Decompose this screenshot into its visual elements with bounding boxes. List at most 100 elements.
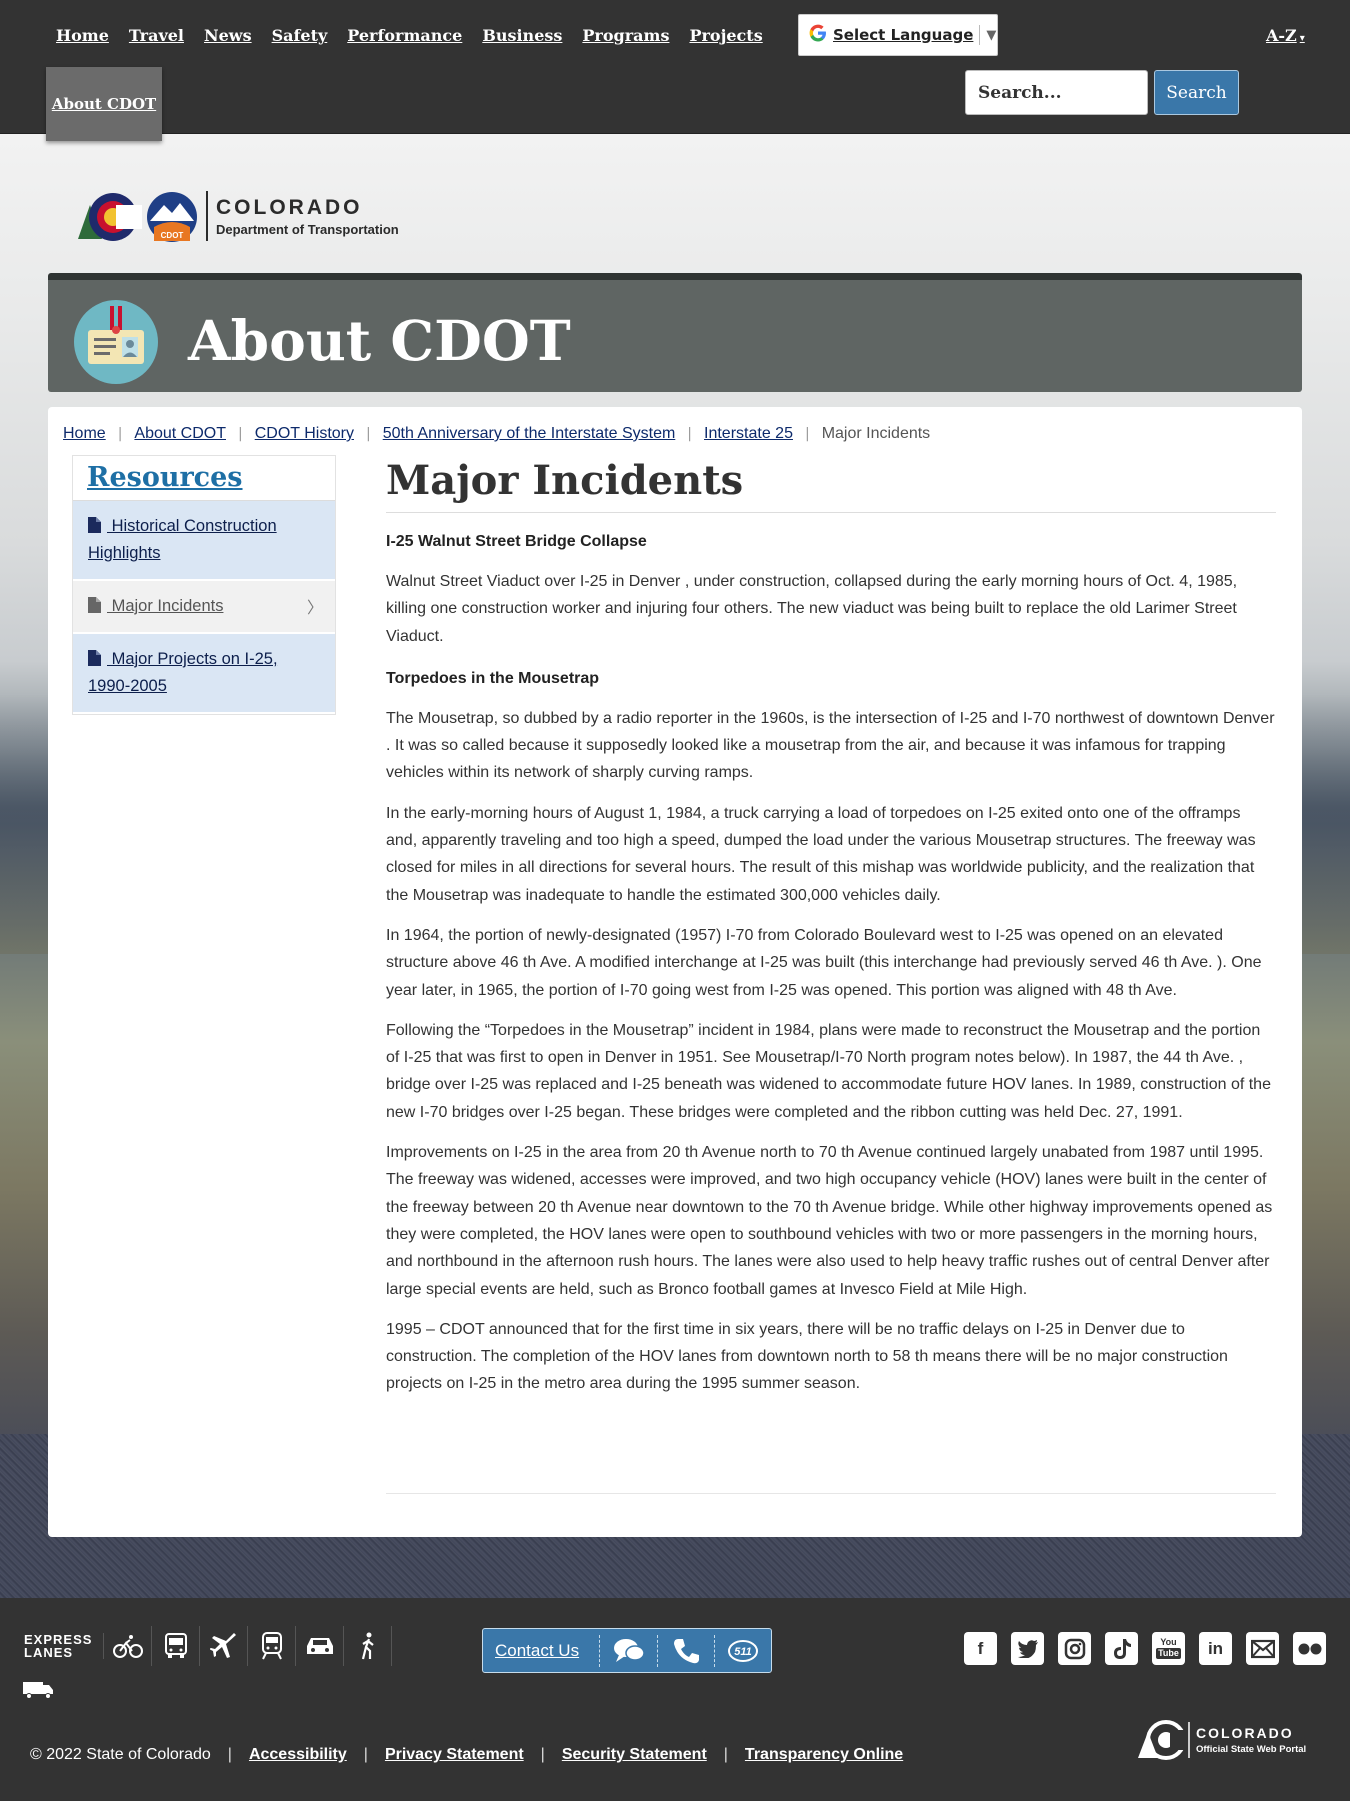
bus-icon[interactable]: [152, 1626, 200, 1666]
breadcrumb-interstate-25[interactable]: Interstate 25: [704, 425, 793, 443]
colorado-c-logo-icon: CDOT: [78, 192, 197, 242]
footer-separator: |: [723, 1746, 728, 1763]
breadcrumb-separator: |: [238, 426, 243, 442]
twitter-icon[interactable]: [1011, 1632, 1044, 1665]
google-icon: [809, 24, 827, 47]
logo-name: COLORADO: [216, 195, 363, 219]
privacy-statement-link[interactable]: Privacy Statement: [385, 1746, 524, 1764]
nav-link-news[interactable]: News: [204, 26, 252, 45]
breadcrumb-separator: |: [804, 426, 810, 442]
az-index-dropdown[interactable]: A-Z ▾: [1266, 26, 1305, 45]
svg-text:CDOT: CDOT: [161, 231, 184, 240]
chat-icon[interactable]: [599, 1634, 656, 1667]
content-card: Home | About CDOT | CDOT History | 50th …: [48, 407, 1302, 1537]
breadcrumb-separator: |: [687, 426, 693, 442]
truck-icon[interactable]: [22, 1678, 54, 1704]
state-logo-text: COLORADO Official State Web Portal: [1196, 1725, 1306, 1755]
main-nav-links: Home Travel News Safety Performance Busi…: [56, 26, 783, 45]
logo-subtitle: Department of Transportation: [216, 221, 399, 237]
breadcrumb-current: Major Incidents: [821, 425, 931, 442]
nav-link-programs[interactable]: Programs: [582, 26, 669, 45]
paragraph: The Mousetrap, so dubbed by a radio repo…: [386, 709, 1275, 782]
511-label: 511: [734, 1646, 752, 1658]
colorado-state-portal-logo[interactable]: COLORADO Official State Web Portal: [1136, 1718, 1306, 1762]
sidebar-title[interactable]: Resources: [73, 456, 335, 501]
sidebar-item-major-incidents[interactable]: Major Incidents 〉: [73, 581, 335, 634]
language-divider: [979, 25, 981, 45]
sidebar-item-label[interactable]: Historical Construction Highlights: [88, 517, 277, 562]
footer-bottom-links: © 2022 State of Colorado | Accessibility…: [30, 1746, 903, 1764]
logo-divider: [206, 191, 208, 241]
bike-icon[interactable]: [104, 1626, 152, 1666]
contact-us-link[interactable]: Contact Us: [483, 1641, 599, 1661]
facebook-icon[interactable]: f: [964, 1632, 997, 1665]
chevron-right-icon: 〉: [306, 600, 323, 617]
accessibility-link[interactable]: Accessibility: [249, 1746, 347, 1764]
main-content: Major Incidents I-25 Walnut Street Bridg…: [386, 457, 1276, 1398]
state-logo-subtitle: Official State Web Portal: [1196, 1744, 1307, 1755]
security-statement-link[interactable]: Security Statement: [562, 1746, 707, 1764]
paragraph: 1995 – CDOT announced that for the first…: [386, 1320, 1228, 1393]
copyright-text: © 2022 State of Colorado: [30, 1746, 211, 1763]
nav-link-home[interactable]: Home: [56, 26, 109, 45]
dropdown-arrow-icon[interactable]: ▼: [986, 28, 996, 43]
state-logo-name: COLORADO: [1196, 1725, 1294, 1741]
nav-link-safety[interactable]: Safety: [272, 26, 328, 45]
breadcrumb-separator: |: [365, 426, 371, 442]
nav-link-performance[interactable]: Performance: [347, 26, 462, 45]
breadcrumb-about-cdot[interactable]: About CDOT: [134, 425, 226, 443]
flickr-icon[interactable]: [1293, 1632, 1326, 1665]
express-lanes-icon[interactable]: EXPRESS LANES: [24, 1633, 104, 1659]
511-icon[interactable]: 511: [713, 1634, 771, 1667]
page-title: About CDOT: [188, 308, 571, 373]
search-input[interactable]: [965, 70, 1148, 115]
travel-mode-icons: EXPRESS LANES: [24, 1626, 392, 1666]
airplane-icon[interactable]: [200, 1626, 248, 1666]
page-banner: About CDOT: [48, 273, 1302, 392]
sidebar-item-historical-construction[interactable]: Historical Construction Highlights: [73, 501, 335, 581]
breadcrumb-home[interactable]: Home: [63, 425, 106, 443]
contact-us-bar[interactable]: Contact Us 511: [482, 1628, 772, 1673]
train-icon[interactable]: [248, 1626, 296, 1666]
breadcrumb-cdot-history[interactable]: CDOT History: [255, 425, 354, 443]
resources-sidebar: Resources Historical Construction Highli…: [72, 455, 336, 715]
mail-icon[interactable]: [1246, 1632, 1279, 1665]
cdot-logo[interactable]: CDOT COLORADO Department of Transportati…: [76, 186, 426, 246]
language-selector[interactable]: Select Language ▼: [798, 14, 998, 56]
sidebar-item-label[interactable]: Major Incidents: [107, 597, 224, 615]
nav-link-travel[interactable]: Travel: [129, 26, 184, 45]
nav-link-projects[interactable]: Projects: [689, 26, 762, 45]
sidebar-item-major-projects[interactable]: Major Projects on I-25, 1990-2005: [73, 634, 335, 714]
az-label: A-Z: [1266, 26, 1297, 45]
breadcrumb-separator: |: [117, 426, 123, 442]
nav-link-about-cdot[interactable]: About CDOT: [46, 67, 162, 141]
paragraph: Following the “Torpedoes in the Mousetra…: [386, 1021, 1271, 1121]
express-lanes-line2: LANES: [24, 1645, 74, 1660]
pedestrian-icon[interactable]: [344, 1626, 392, 1666]
phone-icon[interactable]: [656, 1634, 714, 1667]
sidebar-item-label[interactable]: Major Projects on I-25, 1990-2005: [88, 650, 278, 695]
logo-text: COLORADO Department of Transportation: [216, 196, 399, 237]
search-button[interactable]: Search: [1154, 70, 1239, 115]
footer-separator: |: [227, 1746, 232, 1763]
section-heading: I-25 Walnut Street Bridge Collapse: [386, 533, 647, 550]
article-title: Major Incidents: [386, 457, 1276, 513]
content-divider: [386, 1493, 1276, 1494]
id-badge-icon: [74, 300, 158, 384]
breadcrumb-50th-anniversary[interactable]: 50th Anniversary of the Interstate Syste…: [383, 425, 676, 443]
nav-link-business[interactable]: Business: [482, 26, 562, 45]
youtube-icon[interactable]: You Tube: [1152, 1632, 1185, 1665]
transparency-online-link[interactable]: Transparency Online: [745, 1746, 903, 1764]
instagram-icon[interactable]: [1058, 1632, 1091, 1665]
tiktok-icon[interactable]: [1105, 1632, 1138, 1665]
footer: EXPRESS LANES Contact Us 511 f You Tube …: [0, 1598, 1350, 1801]
document-icon: [88, 597, 101, 613]
linkedin-icon[interactable]: in: [1199, 1632, 1232, 1665]
car-icon[interactable]: [296, 1626, 344, 1666]
section-heading: Torpedoes in the Mousetrap: [386, 669, 600, 687]
caret-down-icon: ▾: [1299, 33, 1305, 44]
top-navigation: Home Travel News Safety Performance Busi…: [0, 0, 1350, 141]
footer-separator: |: [540, 1746, 545, 1763]
social-links: f You Tube in: [964, 1632, 1326, 1665]
select-language-label[interactable]: Select Language: [833, 26, 973, 44]
